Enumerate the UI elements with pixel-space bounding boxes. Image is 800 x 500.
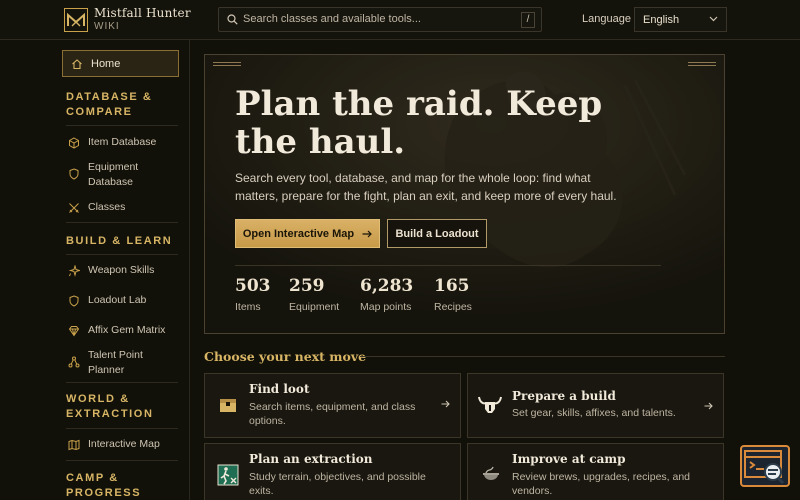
card-title: Improve at camp: [512, 452, 626, 466]
card-prepare-build[interactable]: Prepare a build Set gear, skills, affixe…: [467, 373, 724, 438]
sidebar-item-label: Affix Gem Matrix: [88, 324, 166, 336]
divider: [66, 222, 178, 223]
decorative-line: [688, 62, 716, 66]
decorative-line: [213, 62, 241, 66]
card-find-loot[interactable]: Find loot Search items, equipment, and c…: [204, 373, 461, 438]
crossed-swords-icon: [69, 203, 79, 213]
exit-sign-icon: [217, 464, 239, 486]
shield-icon: [69, 295, 79, 307]
card-title: Find loot: [249, 382, 310, 396]
sidebar-item-affix-gem-matrix[interactable]: Affix Gem Matrix: [68, 323, 180, 338]
sidebar-item-label: Item Database: [88, 136, 157, 148]
horned-helm-icon: [478, 396, 502, 413]
card-description: Study terrain, objectives, and possible …: [249, 471, 426, 497]
cauldron-icon: [483, 466, 499, 480]
sidebar-item-label: Loadout Lab: [88, 294, 147, 306]
arrow-right-icon: [362, 230, 372, 237]
divider: [66, 254, 178, 255]
sidebar-item-label: Weapon Skills: [88, 264, 155, 276]
divider: [66, 460, 178, 461]
window-search-icon: [744, 450, 785, 485]
sidebar-item-home[interactable]: Home: [62, 50, 179, 77]
arrow-right-icon: [704, 402, 713, 410]
card-description: Review brews, upgrades, recipes, and ven…: [512, 471, 691, 497]
language-select[interactable]: English: [634, 7, 727, 32]
open-interactive-map-button[interactable]: Open Interactive Map: [235, 219, 380, 248]
sparkle-icon: [68, 265, 80, 277]
card-title: Prepare a build: [512, 389, 616, 403]
stat-map-points: 6,283 Map points: [360, 275, 413, 313]
section-title-build: BUILD & LEARN: [66, 235, 173, 247]
sidebar: Home DATABASE & COMPARE Item Database Eq…: [52, 40, 190, 500]
floating-widget[interactable]: [740, 445, 790, 487]
sidebar-item-label: Interactive Map: [88, 438, 160, 450]
language-label: Language: [582, 13, 631, 25]
search-shortcut-key: /: [521, 12, 535, 28]
hero-title: Plan the raid. Keep the haul.: [235, 84, 603, 162]
sidebar-item-label: Equipment Database: [88, 161, 139, 188]
divider: [66, 125, 178, 126]
card-title: Plan an extraction: [249, 452, 373, 466]
sidebar-item-equipment-database[interactable]: Equipment Database: [68, 160, 180, 190]
stat-equipment: 259 Equipment: [289, 275, 339, 313]
card-improve-camp[interactable]: Improve at camp Review brews, upgrades, …: [467, 443, 724, 500]
tree-nodes-icon: [68, 356, 80, 368]
home-icon: [72, 58, 82, 69]
sidebar-item-talent-point-planner[interactable]: Talent Point Planner: [68, 348, 180, 378]
sidebar-item-item-database[interactable]: Item Database: [68, 135, 180, 150]
gem-icon: [68, 326, 80, 337]
section-title-database: DATABASE & COMPARE: [66, 91, 153, 118]
search-input[interactable]: Search classes and available tools...: [243, 13, 421, 25]
sidebar-item-label: Home: [91, 57, 121, 70]
brand-subtitle: WIKI: [94, 21, 120, 32]
search-box[interactable]: Search classes and available tools... /: [218, 7, 542, 32]
stat-value: 503: [235, 276, 271, 296]
cube-icon: [69, 137, 79, 149]
sidebar-item-interactive-map[interactable]: Interactive Map: [68, 437, 180, 452]
arrow-right-icon: [441, 400, 450, 408]
divider: [360, 356, 725, 357]
stat-value: 6,283: [360, 276, 414, 296]
brand-name[interactable]: Mistfall Hunter: [94, 6, 191, 20]
sidebar-item-label: Talent Point Planner: [88, 349, 143, 376]
sidebar-item-classes[interactable]: Classes: [68, 200, 180, 215]
sidebar-item-label: Classes: [88, 201, 126, 213]
hero-description: Search every tool, database, and map for…: [235, 171, 617, 203]
divider: [66, 428, 178, 429]
sidebar-item-weapon-skills[interactable]: Weapon Skills: [68, 263, 180, 278]
sidebar-item-loadout-lab[interactable]: Loadout Lab: [68, 293, 180, 308]
stat-label: Map points: [360, 301, 412, 313]
hero-panel: Plan the raid. Keep the haul. Search eve…: [204, 54, 725, 334]
stat-recipes: 165 Recipes: [434, 275, 472, 313]
card-plan-extraction[interactable]: Plan an extraction Study terrain, object…: [204, 443, 461, 500]
chevron-down-icon: [709, 16, 718, 22]
search-icon: [227, 14, 238, 25]
section-heading: Choose your next move: [204, 349, 367, 364]
language-value: English: [643, 14, 680, 26]
stat-label: Items: [235, 301, 261, 313]
top-bar: Mistfall Hunter WIKI Search classes and …: [0, 0, 800, 40]
button-label: Open Interactive Map: [242, 227, 355, 240]
logo-icon[interactable]: [64, 8, 88, 32]
card-description: Set gear, skills, affixes, and talents.: [512, 407, 676, 419]
stat-label: Equipment: [289, 301, 340, 313]
chest-icon: [220, 399, 236, 412]
stat-label: Recipes: [434, 301, 472, 313]
stat-items: 503 Items: [235, 275, 271, 313]
section-title-world: WORLD & EXTRACTION: [66, 393, 154, 420]
stat-value: 165: [434, 276, 470, 296]
shield-icon: [69, 168, 79, 180]
section-title-camp: CAMP & PROGRESS: [66, 472, 142, 499]
divider: [66, 382, 178, 383]
stat-value: 259: [289, 276, 325, 296]
card-description: Search items, equipment, and class optio…: [249, 401, 416, 427]
map-icon: [68, 439, 80, 451]
build-loadout-button[interactable]: Build a Loadout: [387, 219, 487, 248]
divider: [235, 265, 661, 266]
button-label: Build a Loadout: [395, 227, 479, 240]
